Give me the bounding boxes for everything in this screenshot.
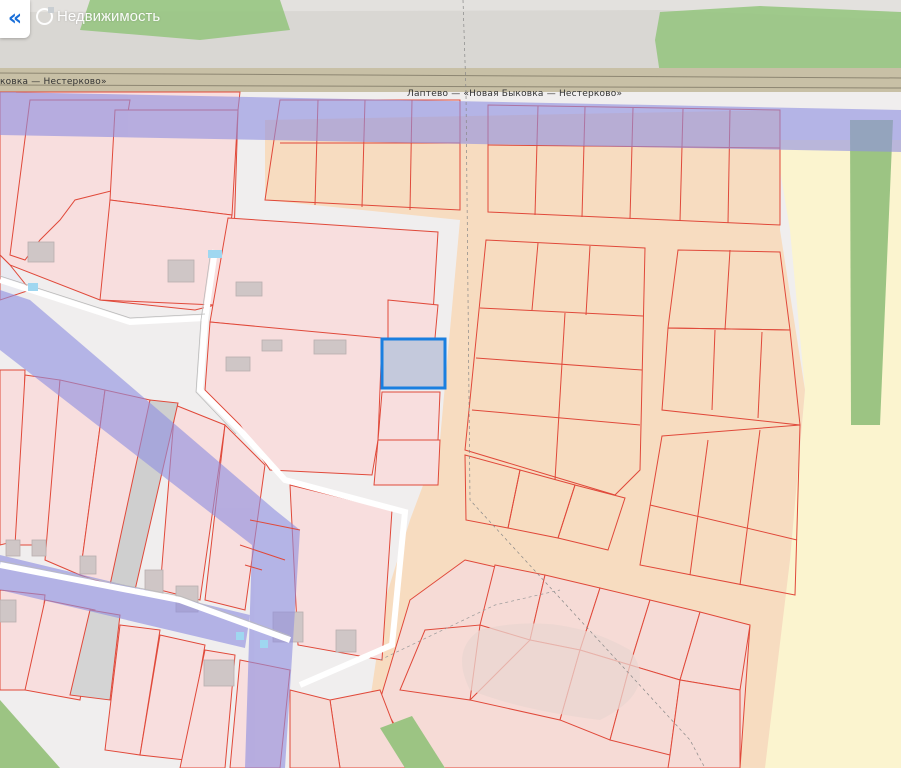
brand-name: Недвижимость: [57, 8, 161, 25]
double-chevron-left-icon: «: [7, 6, 23, 31]
brand: Недвижимость: [36, 7, 161, 25]
road-label-left: ковка — Нестерково»: [0, 77, 107, 87]
selected-parcel[interactable]: [380, 337, 447, 390]
cadastral-map[interactable]: [0, 0, 901, 768]
road-label-main: Лаптево — «Новая Быковка — Нестерково»: [407, 89, 623, 99]
brand-logo-icon: [36, 7, 54, 25]
back-button[interactable]: «: [0, 0, 30, 38]
